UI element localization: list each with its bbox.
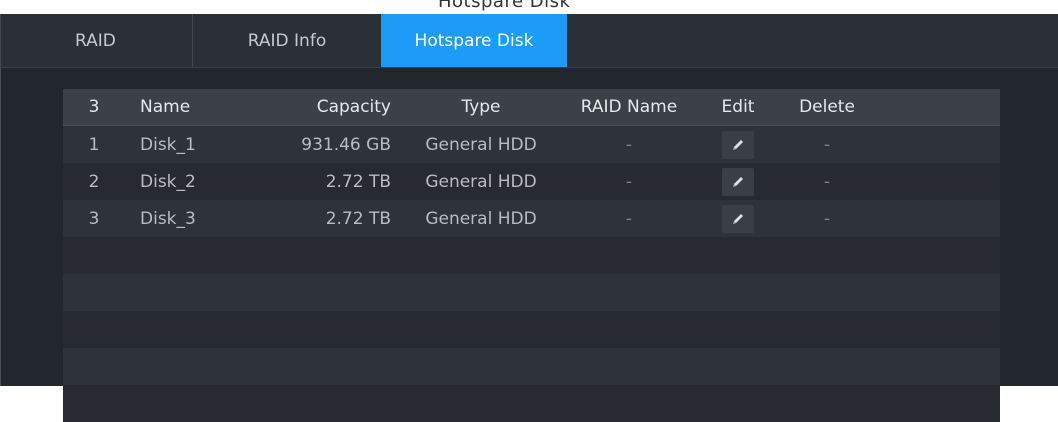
tab-hotspare-disk-label: Hotspare Disk (414, 30, 534, 51)
header-capacity[interactable]: Capacity (243, 89, 391, 125)
header-type[interactable]: Type (411, 89, 551, 125)
row-number: 1 (88, 134, 100, 155)
disk-type: General HDD (425, 134, 537, 155)
delete-cell: - (823, 208, 831, 229)
pencil-icon (733, 176, 743, 187)
panel-left-border (0, 14, 1, 386)
header-raid-name[interactable]: RAID Name (559, 89, 699, 125)
tab-raid-label: RAID (75, 30, 116, 51)
tab-bar: RAID RAID Info Hotspare Disk (0, 14, 1058, 68)
tab-raid-info-label: RAID Info (247, 30, 327, 51)
empty-row (63, 385, 1000, 422)
top-cutoff-area: Hotspare Disk (0, 0, 1058, 14)
edit-cell (709, 200, 767, 237)
table-header: 3 Name Capacity Type RAID Name Edit Dele… (63, 89, 1000, 126)
table-row[interactable]: 1 Disk_1 931.46 GB General HDD - - (63, 126, 1000, 163)
edit-button[interactable] (722, 204, 754, 233)
cutoff-title: Hotspare Disk (438, 0, 571, 12)
disk-capacity: 2.72 TB (325, 171, 391, 192)
tab-hotspare-disk[interactable]: Hotspare Disk (381, 14, 567, 67)
edit-cell (709, 163, 767, 200)
empty-row (63, 311, 1000, 348)
header-edit: Edit (721, 97, 755, 117)
disk-raid-name: - (625, 171, 633, 192)
empty-row (63, 348, 1000, 385)
edit-button[interactable] (722, 167, 754, 196)
table-row[interactable]: 2 Disk_2 2.72 TB General HDD - - (63, 163, 1000, 200)
disk-type: General HDD (425, 208, 537, 229)
hotspare-panel: RAID RAID Info Hotspare Disk 3 Name Capa… (0, 14, 1058, 422)
row-number: 2 (88, 171, 100, 192)
disk-capacity: 931.46 GB (301, 134, 391, 155)
disk-raid-name: - (625, 208, 633, 229)
delete-cell: - (823, 171, 831, 192)
disk-raid-name: - (625, 134, 633, 155)
disk-type: General HDD (425, 171, 537, 192)
edit-cell (709, 126, 767, 163)
tab-raid[interactable]: RAID (35, 14, 193, 67)
pencil-icon (733, 213, 743, 224)
tab-divider (0, 14, 1, 67)
pencil-icon (733, 139, 743, 150)
empty-row (63, 237, 1000, 274)
edit-button[interactable] (722, 130, 754, 159)
delete-cell: - (823, 134, 831, 155)
header-delete: Delete (799, 97, 855, 117)
table-row[interactable]: 3 Disk_3 2.72 TB General HDD - - (63, 200, 1000, 237)
header-count[interactable]: 3 (63, 89, 125, 125)
empty-row (63, 274, 1000, 311)
tab-raid-info[interactable]: RAID Info (193, 14, 381, 67)
disk-capacity: 2.72 TB (325, 208, 391, 229)
row-number: 3 (88, 208, 100, 229)
